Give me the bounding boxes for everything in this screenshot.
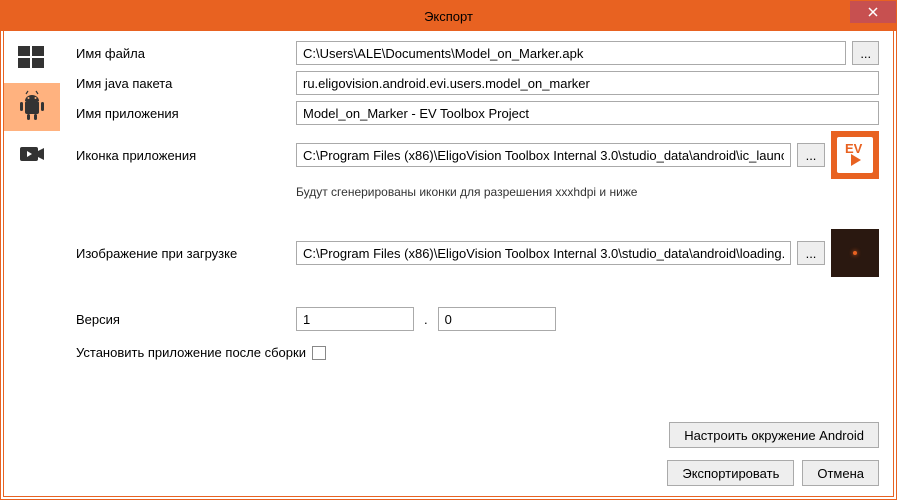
cancel-label: Отмена bbox=[817, 466, 864, 481]
app-name-label: Имя приложения bbox=[76, 106, 296, 121]
titlebar: Экспорт bbox=[1, 1, 896, 31]
configure-android-button[interactable]: Настроить окружение Android bbox=[669, 422, 879, 448]
close-button[interactable] bbox=[850, 1, 896, 23]
svg-text:EV: EV bbox=[845, 141, 863, 156]
app-name-input[interactable] bbox=[296, 101, 879, 125]
browse-file-button[interactable]: ... bbox=[852, 41, 879, 65]
configure-android-label: Настроить окружение Android bbox=[684, 428, 864, 443]
cancel-button[interactable]: Отмена bbox=[802, 460, 879, 486]
export-button[interactable]: Экспортировать bbox=[667, 460, 794, 486]
version-minor-input[interactable] bbox=[438, 307, 556, 331]
version-major-input[interactable] bbox=[296, 307, 414, 331]
java-package-label: Имя java пакета bbox=[76, 76, 296, 91]
version-label: Версия bbox=[76, 312, 296, 327]
video-icon bbox=[16, 138, 48, 173]
app-icon-label: Иконка приложения bbox=[76, 148, 296, 163]
splash-label: Изображение при загрузке bbox=[76, 246, 296, 261]
ellipsis-icon: ... bbox=[806, 246, 817, 261]
export-label: Экспортировать bbox=[682, 466, 779, 481]
windows-icon bbox=[16, 42, 48, 77]
splash-input[interactable] bbox=[296, 241, 791, 265]
ellipsis-icon: ... bbox=[806, 148, 817, 163]
browse-splash-button[interactable]: ... bbox=[797, 241, 825, 265]
version-dot: . bbox=[420, 312, 432, 327]
splash-preview bbox=[831, 229, 879, 277]
close-icon bbox=[868, 5, 878, 20]
app-icon-input[interactable] bbox=[296, 143, 791, 167]
sidebar bbox=[4, 31, 62, 496]
browse-icon-button[interactable]: ... bbox=[797, 143, 825, 167]
sidebar-item-android[interactable] bbox=[4, 83, 60, 131]
java-package-input[interactable] bbox=[296, 71, 879, 95]
file-name-label: Имя файла bbox=[76, 46, 296, 61]
app-icon-preview: EV bbox=[831, 131, 879, 179]
form: Имя файла ... Имя java пакета Имя прилож… bbox=[76, 41, 879, 360]
content-panel: Имя файла ... Имя java пакета Имя прилож… bbox=[62, 31, 893, 496]
export-window: Экспорт bbox=[0, 0, 897, 500]
buttons-area: Настроить окружение Android Экспортирова… bbox=[667, 422, 879, 486]
file-name-input[interactable] bbox=[296, 41, 846, 65]
install-after-checkbox[interactable] bbox=[312, 346, 326, 360]
ellipsis-icon: ... bbox=[860, 46, 871, 61]
icon-hint: Будут сгенерированы иконки для разрешени… bbox=[296, 185, 879, 199]
sidebar-item-video[interactable] bbox=[4, 131, 60, 179]
install-after-label: Установить приложение после сборки bbox=[76, 345, 306, 360]
android-icon bbox=[15, 89, 49, 126]
window-body: Имя файла ... Имя java пакета Имя прилож… bbox=[3, 31, 894, 497]
sidebar-item-windows[interactable] bbox=[4, 35, 60, 83]
window-title: Экспорт bbox=[424, 9, 473, 24]
